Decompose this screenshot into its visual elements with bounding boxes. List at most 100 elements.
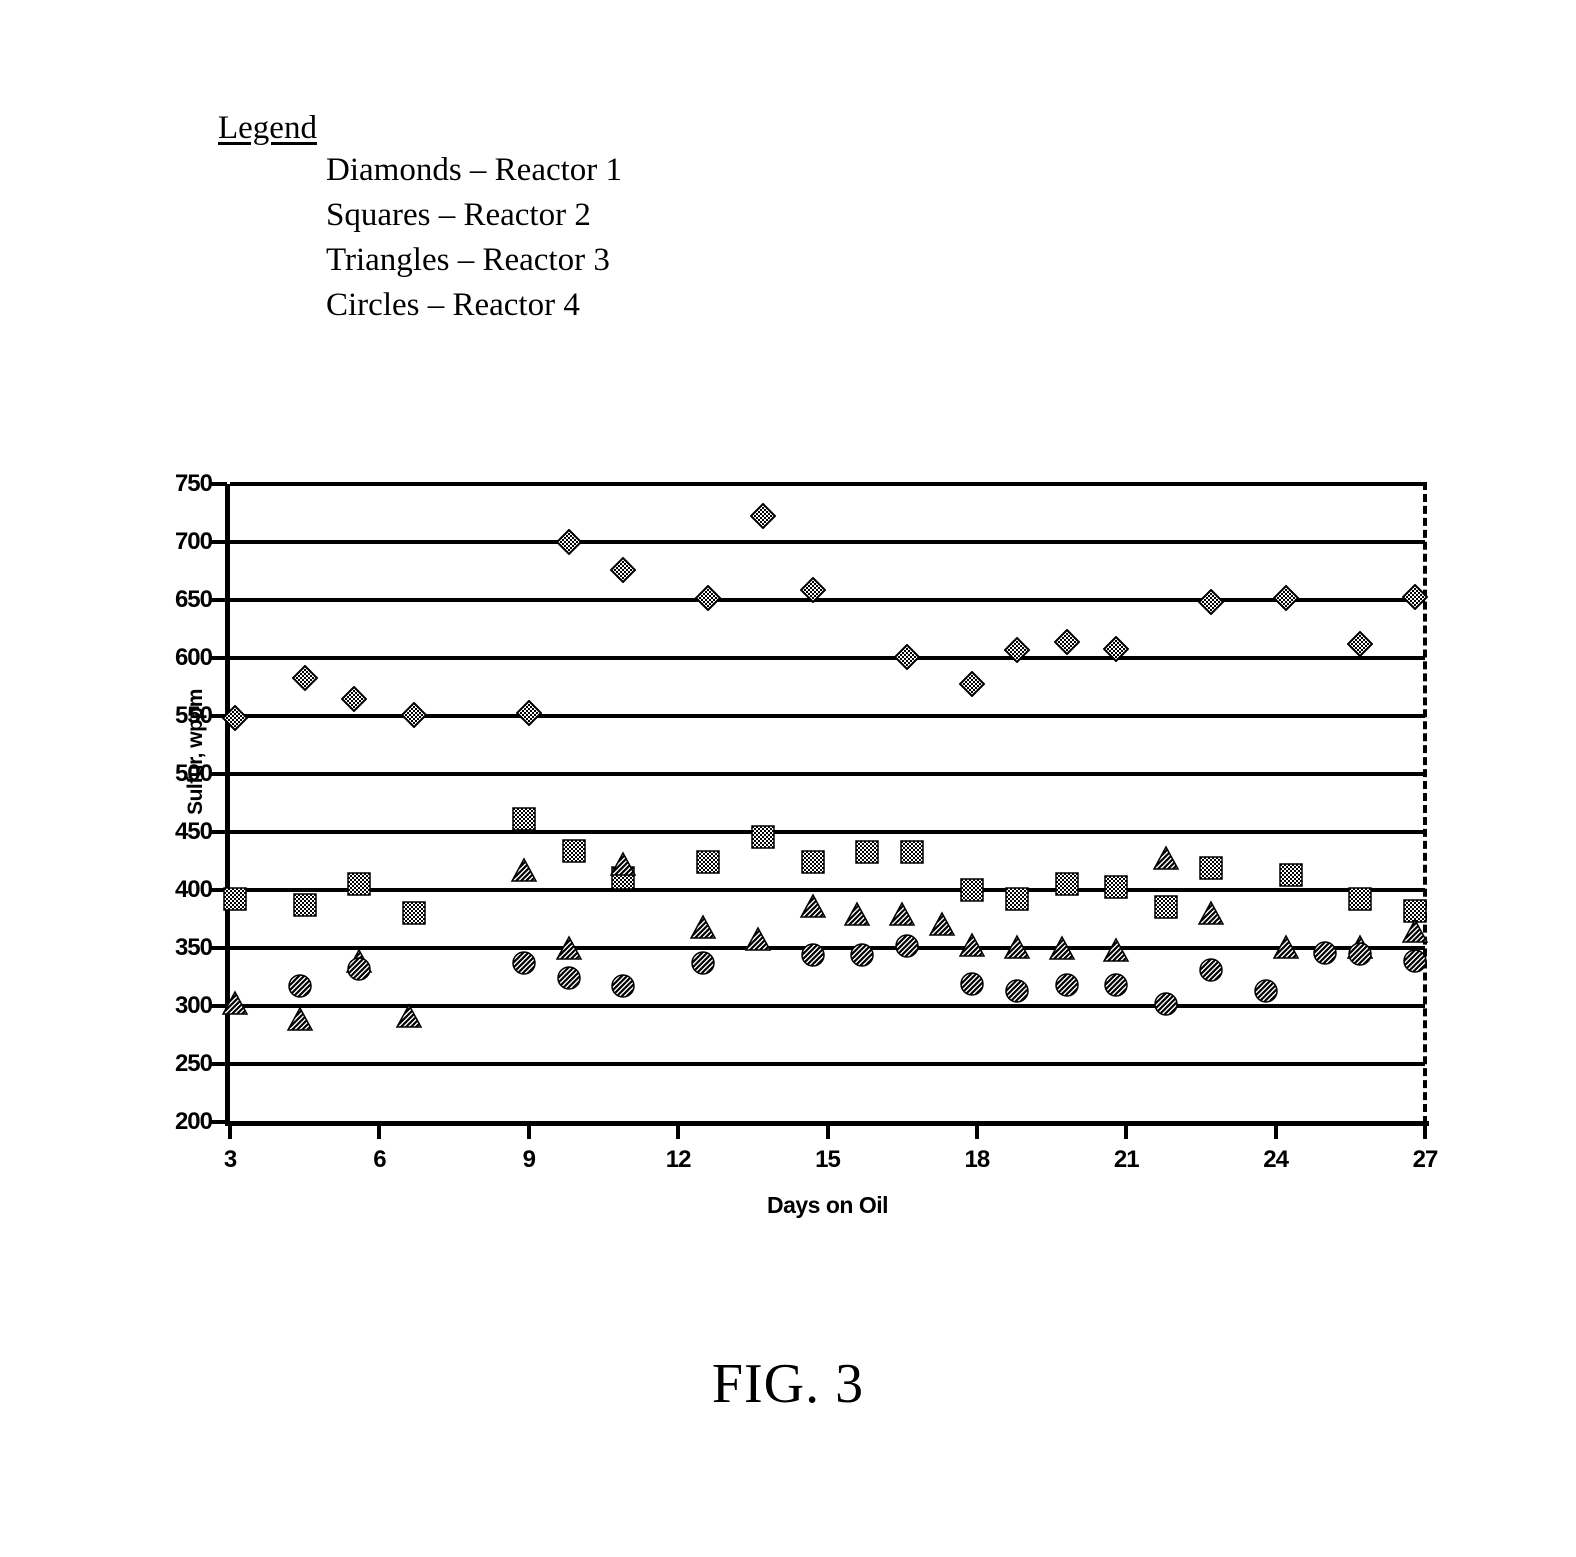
data-point-triangle: [928, 911, 956, 937]
data-point-square: [401, 900, 427, 926]
data-point-circle: [1103, 972, 1129, 998]
data-point-circle: [1153, 991, 1179, 1017]
data-point-triangle: [799, 893, 827, 919]
y-axis-tick-label: 700: [174, 528, 213, 555]
y-axis-tick: [211, 482, 227, 486]
legend-entry-circles: Circles – Reactor 4: [326, 287, 580, 323]
data-point-diamond: [749, 503, 776, 530]
data-point-square: [1054, 871, 1080, 897]
data-point-circle: [556, 965, 582, 991]
data-point-square: [561, 838, 587, 864]
x-axis-title: Days on Oil: [766, 1192, 889, 1218]
data-point-triangle: [888, 901, 916, 927]
gridline: [230, 888, 1425, 892]
data-point-circle: [690, 950, 716, 976]
x-axis-tick-label: 27: [1412, 1146, 1439, 1173]
data-point-square: [695, 849, 721, 875]
data-point-diamond: [1053, 628, 1080, 655]
gridline: [230, 482, 1425, 486]
y-axis-tick: [211, 598, 227, 602]
data-point-square: [1278, 862, 1304, 888]
data-point-triangle: [1152, 844, 1180, 871]
y-axis-tick-label: 200: [174, 1108, 213, 1135]
data-point-diamond: [555, 529, 582, 555]
y-axis-tick: [211, 830, 227, 834]
data-point-square: [292, 892, 318, 918]
figure-caption: FIG. 3: [711, 1353, 865, 1415]
data-point-diamond: [1003, 636, 1030, 663]
data-point-circle: [1004, 978, 1030, 1004]
y-axis-tick-label: 250: [174, 1050, 213, 1077]
y-axis-tick: [211, 946, 227, 950]
data-point-triangle: [510, 857, 538, 883]
x-axis-tick-label: 24: [1263, 1146, 1289, 1173]
x-axis-tick: [1124, 1122, 1129, 1139]
data-point-circle: [1347, 941, 1373, 967]
data-point-diamond: [291, 664, 318, 691]
plot-frame-right-dashed: [1423, 482, 1427, 1124]
data-point-square: [750, 824, 776, 850]
x-axis-tick: [825, 1122, 830, 1139]
x-axis-tick-label: 12: [665, 1146, 692, 1173]
legend-entry-diamonds: Diamonds – Reactor 1: [326, 152, 623, 188]
data-point-circle: [894, 933, 920, 959]
x-axis-tick: [1423, 1122, 1427, 1139]
x-axis-tick-label: 3: [223, 1146, 237, 1173]
data-point-circle: [610, 973, 636, 999]
data-point-diamond: [221, 705, 248, 732]
y-axis-tick-label: 750: [174, 470, 213, 497]
data-point-triangle: [286, 1006, 314, 1032]
data-point-circle: [959, 971, 985, 997]
data-point-diamond: [341, 685, 368, 712]
data-point-diamond: [1272, 584, 1299, 611]
data-point-circle: [1253, 978, 1279, 1004]
y-axis-tick: [211, 656, 227, 660]
data-point-diamond: [1347, 631, 1374, 658]
gridline: [230, 1062, 1425, 1066]
y-axis-tick-label: 300: [174, 992, 213, 1019]
data-point-triangle: [221, 989, 249, 1016]
x-axis-tick: [974, 1122, 979, 1139]
y-axis-title: Sulfur, wppm: [184, 689, 207, 815]
data-point-square: [959, 877, 985, 903]
data-point-diamond: [958, 670, 985, 697]
x-axis-tick-label: 21: [1113, 1146, 1140, 1173]
data-point-square: [1004, 886, 1030, 912]
data-point-circle: [511, 950, 537, 976]
data-point-square: [511, 806, 537, 832]
gridline: [230, 772, 1425, 776]
y-axis-tick: [211, 1120, 227, 1124]
x-axis-tick-label: 9: [522, 1146, 536, 1173]
gridline: [230, 656, 1425, 660]
data-point-diamond: [894, 643, 921, 670]
legend-title: Legend: [218, 110, 317, 146]
x-axis-tick: [676, 1122, 681, 1139]
x-axis-tick: [1273, 1122, 1278, 1139]
data-point-diamond: [401, 701, 428, 728]
data-point-triangle: [1003, 934, 1031, 960]
data-point-square: [222, 886, 248, 912]
data-point-triangle: [1048, 935, 1076, 961]
gridline: [230, 830, 1425, 834]
plot-area: 3 6 9 12 15 18 21 24 27: [211, 482, 1438, 1173]
data-point-square: [1153, 894, 1179, 920]
data-point-square: [1198, 855, 1224, 881]
data-point-triangle: [1197, 900, 1225, 926]
data-point-diamond: [695, 584, 721, 611]
data-point-triangle: [555, 935, 583, 961]
data-point-square: [1347, 886, 1373, 912]
data-point-square: [800, 849, 826, 875]
data-point-circle: [346, 956, 372, 982]
x-axis-tick: [377, 1122, 382, 1139]
data-point-square: [1103, 874, 1129, 900]
x-axis-tick-label: 15: [815, 1146, 841, 1173]
data-point-triangle: [1401, 918, 1429, 944]
data-point-diamond: [1402, 583, 1429, 610]
data-point-diamond: [610, 556, 637, 583]
data-point-triangle: [1102, 937, 1130, 963]
y-axis-tick: [211, 1062, 227, 1066]
data-point-triangle: [689, 914, 717, 940]
data-point-square: [854, 839, 880, 865]
data-point-circle: [849, 942, 875, 968]
legend: Legend Diamonds – Reactor 1 Squares – Re…: [218, 108, 858, 328]
